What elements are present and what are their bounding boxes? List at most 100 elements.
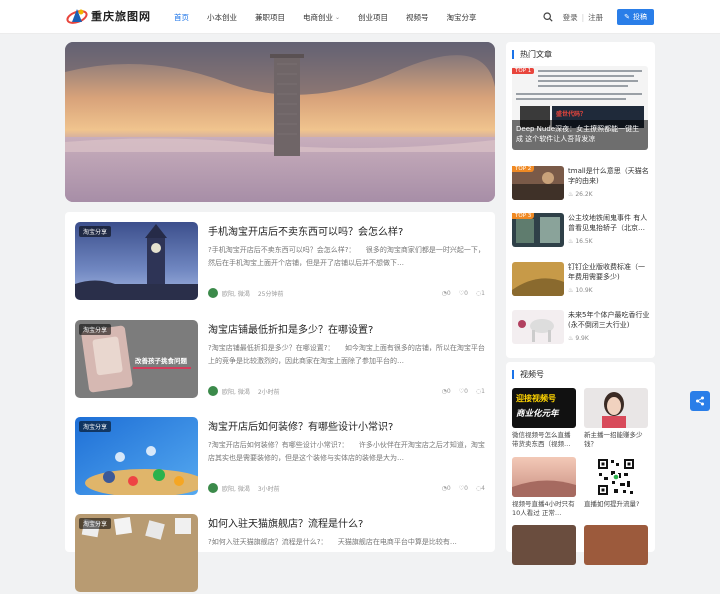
- video-item[interactable]: [584, 525, 648, 565]
- nav-item-taobao[interactable]: 淘宝分享: [447, 12, 477, 23]
- post-title[interactable]: 淘宝开店后如何装修？有哪些设计小常识?: [208, 418, 393, 433]
- video-item[interactable]: 直播如何提升流量?: [584, 457, 648, 509]
- fire-icon: ♨: [568, 287, 574, 294]
- post-button-label: 投稿: [633, 13, 647, 21]
- hot-item-title: 公主坟地铁闹鬼事件 有人曾看见鬼抬轿子（北京…: [568, 214, 648, 232]
- author-name[interactable]: 欧阳, 微渴: [222, 289, 250, 298]
- comments-stat[interactable]: ◌1: [476, 290, 485, 297]
- video-thumbnail: [584, 457, 648, 497]
- hero-banner[interactable]: [65, 42, 495, 202]
- video-title: 视频号直播4小时只有10人看过 正常…: [512, 500, 575, 517]
- hot-feature[interactable]: TOP 1 盛世代码？ Deep Nude深夜：女主撩照都能一键生成 这个软件让…: [512, 66, 648, 150]
- hot-item[interactable]: 未来5年个体户最吃香行业(永不倒闭三大行业) ♨ 9.9K: [512, 310, 649, 344]
- list-item[interactable]: 淘宝分享 手机淘宝开店后不卖东西可以吗？会怎么样? ?手机淘宝开店后不卖东西可以…: [75, 222, 485, 302]
- likes-stat[interactable]: ♡0: [459, 388, 468, 395]
- likes-stat[interactable]: ♡0: [459, 290, 468, 297]
- category-tag[interactable]: 淘宝分享: [79, 518, 112, 529]
- comments-stat[interactable]: ◌4: [476, 485, 485, 492]
- post-title[interactable]: 淘宝店铺最低折扣是多少？在哪设置?: [208, 321, 373, 336]
- post-button[interactable]: ✎ 投稿: [617, 9, 654, 25]
- nav-item-ecommerce[interactable]: 电商创业 ⌄: [303, 12, 340, 23]
- post-meta: 欧阳, 微渴 2小时前 ◔0 ♡0 ◌1: [208, 386, 485, 396]
- hot-item-title: tmall是什么意思（天猫名字的由来): [568, 167, 649, 185]
- avatar[interactable]: [208, 386, 218, 396]
- category-tag[interactable]: 淘宝分享: [79, 421, 112, 432]
- hot-item-thumbnail: [512, 310, 564, 344]
- comments-count: 4: [481, 484, 485, 492]
- hot-item-title: 钉钉企业版收费标准（一年费用需要多少): [568, 263, 645, 281]
- video-item[interactable]: [512, 525, 576, 565]
- comments-stat[interactable]: ◌1: [476, 388, 485, 395]
- category-tag[interactable]: 淘宝分享: [79, 226, 112, 237]
- avatar[interactable]: [208, 288, 218, 298]
- post-stats: ◔0 ♡0 ◌4: [442, 485, 485, 492]
- post-stats: ◔0 ♡0 ◌1: [442, 290, 485, 297]
- fire-icon: ♨: [568, 238, 574, 245]
- hot-item-thumbnail: [512, 262, 564, 296]
- nav-label: 小本创业: [207, 12, 237, 22]
- edit-icon: ✎: [624, 13, 630, 21]
- hot-item[interactable]: 钉钉企业版收费标准（一年费用需要多少) ♨ 10.9K: [512, 262, 648, 296]
- thumbnail-caption: 改善孩子挑食问题: [135, 357, 187, 365]
- avatar[interactable]: [208, 483, 218, 493]
- views-count: 0: [446, 387, 451, 395]
- hot-item[interactable]: TOP 3 公主坟地铁闹鬼事件 有人曾看见鬼抬轿子（北京… ♨ 16.5K: [512, 213, 648, 247]
- likes-stat[interactable]: ♡0: [459, 485, 468, 492]
- hot-item-count: ♨ 10.9K: [568, 287, 593, 294]
- likes-count: 0: [464, 289, 468, 297]
- qr-code-icon: [596, 457, 636, 497]
- hot-feature-title[interactable]: Deep Nude深夜：女主撩照都能一键生成 这个软件让人吾背发凉: [516, 124, 644, 144]
- post-thumbnail[interactable]: 淘宝分享: [75, 417, 198, 495]
- share-button[interactable]: [690, 391, 710, 411]
- video-thumbnail: [584, 525, 648, 565]
- video-item[interactable]: 视频号直播4小时只有10人看过 正常…: [512, 457, 576, 518]
- view-count: 9.9K: [575, 335, 589, 342]
- views-stat: ◔0: [442, 388, 451, 395]
- chevron-down-icon: ⌄: [335, 13, 341, 21]
- rank-badge: TOP 3: [512, 213, 535, 219]
- nav-item-part-time[interactable]: 兼职项目: [255, 12, 285, 23]
- views-count: 0: [446, 289, 451, 297]
- post-title[interactable]: 如何入驻天猫旗舰店？流程是什么?: [208, 515, 363, 530]
- logo-mark-icon: [66, 6, 88, 26]
- nav-item-video[interactable]: 视频号: [406, 12, 429, 23]
- banner-image: [65, 42, 495, 202]
- hot-item-count: ♨ 16.5K: [568, 238, 593, 245]
- author-name[interactable]: 欧阳, 微渴: [222, 387, 250, 396]
- post-thumbnail[interactable]: 淘宝分享: [75, 222, 198, 300]
- view-count: 16.5K: [575, 238, 593, 245]
- list-item[interactable]: 淘宝分享 改善孩子挑食问题 淘宝店铺最低折扣是多少？在哪设置? ?淘宝店铺最低折…: [75, 320, 485, 400]
- likes-count: 0: [464, 387, 468, 395]
- video-title: 微信视频号怎么直播带货卖东西（视频…: [512, 431, 571, 448]
- rank-badge: TOP 2: [512, 166, 535, 172]
- nav-item-home[interactable]: 首页: [174, 12, 189, 23]
- top-header: 重庆旅图网 首页 小本创业 兼职项目 电商创业 ⌄ 创业项目 视频号 淘宝分享 登…: [0, 0, 720, 34]
- site-logo[interactable]: 重庆旅图网: [66, 6, 151, 26]
- views-count: 0: [446, 484, 451, 492]
- post-time: 25分钟前: [257, 290, 284, 298]
- register-link[interactable]: 注册: [588, 12, 603, 23]
- nav-item-startup-projects[interactable]: 创业项目: [358, 12, 388, 23]
- list-item[interactable]: 淘宝分享 淘宝开店后如何装修？有哪些设计小常识? ?淘宝开店后如何装修？有哪些设…: [75, 417, 485, 497]
- post-thumbnail[interactable]: 淘宝分享 改善孩子挑食问题: [75, 320, 198, 398]
- post-title[interactable]: 手机淘宝开店后不卖东西可以吗？会怎么样?: [208, 223, 403, 238]
- category-tag[interactable]: 淘宝分享: [79, 324, 112, 335]
- hot-item[interactable]: TOP 2 tmall是什么意思（天猫名字的由来) ♨ 26.2K: [512, 166, 649, 200]
- hot-feature-stamp: 盛世代码？: [556, 111, 587, 118]
- video-heading: 视频号: [512, 370, 544, 379]
- list-item[interactable]: 淘宝分享 如何入驻天猫旗舰店？流程是什么? ?如何入驻天猫旗舰店？流程是什么?：…: [75, 514, 485, 594]
- video-item[interactable]: 迎接视频号 商业化元年 微信视频号怎么直播带货卖东西（视频…: [512, 388, 576, 449]
- nav-item-small-business[interactable]: 小本创业: [207, 12, 237, 23]
- nav-label: 淘宝分享: [446, 12, 477, 22]
- comments-count: 1: [481, 289, 485, 297]
- video-item[interactable]: 新主播一招能赚多少钱？: [584, 388, 648, 449]
- login-link[interactable]: 登录: [563, 12, 578, 23]
- search-icon[interactable]: [542, 12, 553, 22]
- post-thumbnail[interactable]: 淘宝分享: [75, 514, 198, 592]
- hot-articles-heading: 热门文章: [512, 50, 552, 59]
- nav-label: 视频号: [406, 12, 429, 22]
- nav-label: 兼职项目: [255, 12, 285, 22]
- post-stats: ◔0 ♡0 ◌1: [442, 388, 485, 395]
- video-overlay-line1: 迎接视频号: [516, 394, 556, 403]
- author-name[interactable]: 欧阳, 微渴: [222, 484, 250, 493]
